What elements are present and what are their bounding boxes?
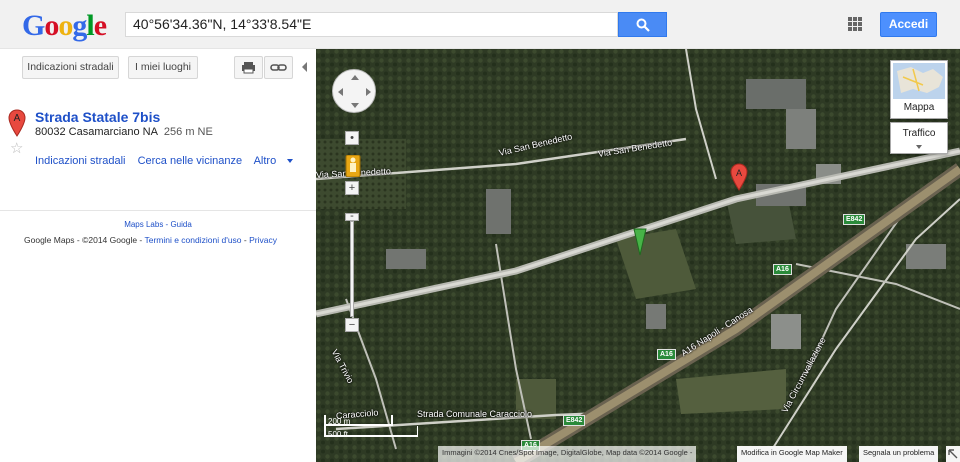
zoom-out-button[interactable]: − <box>345 318 359 332</box>
more-label: Altro <box>253 155 277 167</box>
maptype-label: Mappa <box>903 102 935 113</box>
pan-left-icon[interactable] <box>338 88 343 96</box>
my-location-button[interactable]: • <box>345 131 359 145</box>
logo-letter: g <box>72 9 87 42</box>
highway-shield: A16 <box>657 349 676 360</box>
expand-icon[interactable] <box>946 446 960 462</box>
result-address: 80032 Casamarciano NA 256 m NE <box>35 126 213 138</box>
separator: - <box>241 235 250 245</box>
collapse-panel-icon[interactable] <box>302 62 307 72</box>
pan-up-icon[interactable] <box>351 75 359 80</box>
traffic-label: Traffico <box>902 128 936 139</box>
chevron-down-icon <box>287 159 294 164</box>
copyright-text: - ©2014 Google - <box>74 235 145 245</box>
satellite-imagery[interactable]: A <box>316 49 960 462</box>
zoom-slider-handle[interactable]: - <box>345 211 359 222</box>
highway-shield: E842 <box>563 415 586 426</box>
report-problem-link[interactable]: Segnala un problema <box>859 446 939 462</box>
logo-letter: e <box>93 9 107 42</box>
directions-link[interactable]: Indicazioni stradali <box>35 155 126 167</box>
map-maker-link[interactable]: Modifica in Google Map Maker <box>737 446 847 462</box>
directions-button[interactable]: Indicazioni stradali <box>22 56 119 79</box>
side-panel: Indicazioni stradali I miei luoghi A ☆ S… <box>0 49 316 462</box>
brand-text: Google Maps <box>24 235 75 245</box>
search-icon <box>636 18 650 32</box>
privacy-link[interactable]: Privacy <box>249 235 277 245</box>
highway-shield: E842 <box>843 214 866 225</box>
print-icon <box>242 62 255 74</box>
marker-a-icon[interactable]: A <box>8 109 26 137</box>
pan-down-icon[interactable] <box>351 103 359 108</box>
map-marker-letter: A <box>736 168 742 178</box>
apps-grid-icon[interactable] <box>848 17 862 31</box>
chevron-down-icon <box>916 145 922 149</box>
more-link[interactable]: Altro <box>254 155 294 167</box>
maps-labs-link[interactable]: Maps Labs <box>124 220 163 229</box>
logo-letter: G <box>22 9 45 42</box>
pan-control[interactable] <box>332 69 376 113</box>
help-link[interactable]: Guida <box>170 220 191 229</box>
my-places-button[interactable]: I miei luoghi <box>128 56 198 79</box>
signin-button[interactable]: Accedi <box>880 12 937 37</box>
zoom-slider[interactable] <box>350 221 354 317</box>
scale-feet: 500 ft <box>328 430 349 439</box>
footer: Google Maps - ©2014 Google - Termini e c… <box>24 235 277 245</box>
search-button[interactable] <box>618 12 667 37</box>
highway-shield: A16 <box>773 264 792 275</box>
result-title[interactable]: Strada Statale 7bis <box>35 109 160 125</box>
road-label: Strada Comunale Caracciolo <box>417 409 533 419</box>
google-logo[interactable]: Google <box>22 9 107 43</box>
logo-letter: o <box>44 9 59 42</box>
link-button[interactable] <box>264 56 293 79</box>
traffic-button[interactable]: Traffico <box>890 122 948 154</box>
star-icon[interactable]: ☆ <box>10 139 23 157</box>
logo-letter: o <box>58 9 73 42</box>
link-icon <box>270 64 287 71</box>
distance-text: 256 m NE <box>163 126 213 138</box>
pan-right-icon[interactable] <box>366 88 371 96</box>
map-attribution: Immagini ©2014 Cnes/Spot Image, DigitalG… <box>438 446 697 462</box>
search-nearby-link[interactable]: Cerca nelle vicinanze <box>138 155 243 167</box>
terms-link[interactable]: Termini e condizioni d'uso <box>144 235 241 245</box>
pegman-icon[interactable] <box>345 155 361 177</box>
map-thumbnail <box>893 63 945 99</box>
print-button[interactable] <box>234 56 263 79</box>
labs-links: Maps Labs - Guida <box>0 220 316 229</box>
map-canvas[interactable]: A Via San Benedetto Via San Benedetto Vi… <box>316 49 960 462</box>
address-text: 80032 Casamarciano NA <box>35 126 158 138</box>
logo-letter: l <box>86 9 94 42</box>
header: Google 40°56'34.36"N, 14°33'8.54"E Acced… <box>0 0 960 49</box>
search-input[interactable]: 40°56'34.36"N, 14°33'8.54"E <box>125 12 618 37</box>
scale-meters: 200 m <box>328 417 351 426</box>
divider <box>0 210 316 211</box>
marker-letter: A <box>14 113 21 124</box>
zoom-in-button[interactable]: + <box>345 181 359 195</box>
maptype-button[interactable]: Mappa <box>890 60 948 119</box>
result-actions: Indicazioni stradali Cerca nelle vicinan… <box>35 155 302 167</box>
